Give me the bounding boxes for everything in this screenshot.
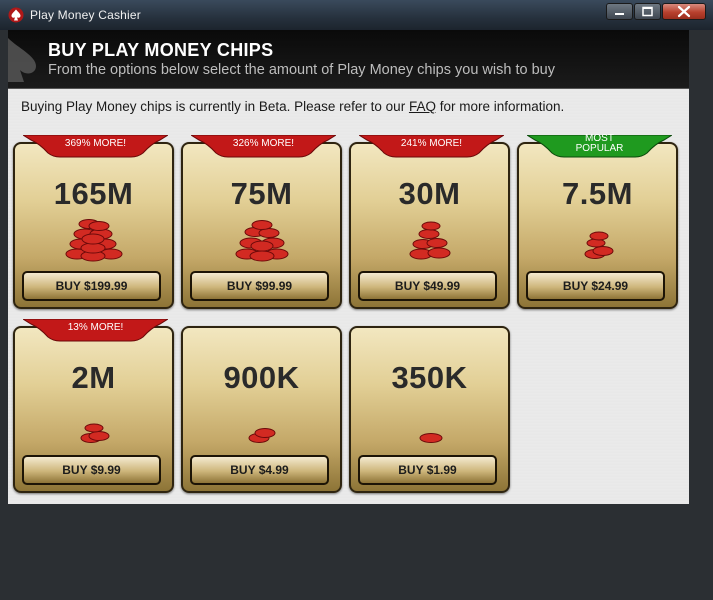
pokerstars-app-icon <box>8 7 24 23</box>
chip-package-card: 900K BUY $4.99 <box>181 326 342 493</box>
page-subtitle: From the options below select the amount… <box>48 62 555 78</box>
most-popular-label: MOST POPULAR <box>527 134 672 154</box>
chip-amount: 75M <box>230 176 293 211</box>
most-popular-ribbon: MOST POPULAR <box>527 134 672 162</box>
page-title: BUY PLAY MONEY CHIPS <box>48 40 274 60</box>
buy-button[interactable]: BUY $99.99 <box>190 271 329 301</box>
chip-amount: 7.5M <box>562 176 633 211</box>
buy-button[interactable]: BUY $199.99 <box>22 271 161 301</box>
faq-link[interactable]: FAQ <box>409 99 436 114</box>
maximize-button[interactable] <box>634 3 661 20</box>
cashier-header: BUY PLAY MONEY CHIPS From the options be… <box>8 30 689 89</box>
buy-button[interactable]: BUY $24.99 <box>526 271 665 301</box>
chip-amount: 900K <box>223 360 300 395</box>
chip-amount: 350K <box>391 360 468 395</box>
bonus-ribbon: 241% MORE! <box>359 135 504 162</box>
bonus-ribbon: 326% MORE! <box>191 135 336 162</box>
beta-notice-text: Buying Play Money chips is currently in … <box>21 99 409 114</box>
red-poker-chips-icon <box>419 433 443 443</box>
beta-notice: Buying Play Money chips is currently in … <box>21 99 564 114</box>
minimize-icon <box>615 13 624 15</box>
bonus-ribbon: 13% MORE! <box>23 319 168 346</box>
red-poker-chips-icon <box>248 428 276 443</box>
red-poker-chips-icon <box>65 219 123 262</box>
chip-package-card: 350K BUY $1.99 <box>349 326 510 493</box>
bonus-label: 326% MORE! <box>232 138 295 149</box>
red-poker-chips-icon <box>409 221 451 260</box>
beta-notice-tail: for more information. <box>435 99 565 114</box>
chip-package-card: 326% MORE! 75M BUY $99.99 <box>181 135 342 309</box>
cashier-panel: BUY PLAY MONEY CHIPS From the options be… <box>8 30 689 504</box>
title-bar[interactable]: Play Money Cashier <box>0 0 713 30</box>
buy-button[interactable]: BUY $1.99 <box>358 455 497 485</box>
chip-package-card: MOST POPULAR 7.5M BUY $24.99 <box>517 134 678 309</box>
bonus-label: 241% MORE! <box>400 138 463 149</box>
chip-amount: 2M <box>71 360 116 395</box>
spade-logo-icon <box>8 38 36 82</box>
minimize-button[interactable] <box>606 3 633 20</box>
window-title: Play Money Cashier <box>30 8 141 22</box>
most-popular-line2: POPULAR <box>575 143 624 154</box>
bonus-label: 369% MORE! <box>64 138 127 149</box>
bonus-ribbon: 369% MORE! <box>23 135 168 162</box>
buy-button[interactable]: BUY $9.99 <box>22 455 161 485</box>
bonus-label: 13% MORE! <box>67 322 124 333</box>
chip-package-card: 241% MORE! 30M BUY $49.99 <box>349 135 510 309</box>
chip-package-card: 13% MORE! 2M BUY $9.99 <box>13 319 174 493</box>
cashier-window: Play Money Cashier BUY PLAY MONEY CHIPS … <box>0 0 713 600</box>
maximize-icon <box>642 6 653 17</box>
chip-package-card: 369% MORE! 165M BUY $199.99 <box>13 135 174 309</box>
buy-button[interactable]: BUY $4.99 <box>190 455 329 485</box>
close-button[interactable] <box>662 3 706 20</box>
chip-amount: 165M <box>53 176 134 211</box>
red-poker-chips-icon <box>80 423 110 443</box>
red-poker-chips-icon <box>584 231 614 259</box>
red-poker-chips-icon <box>235 220 289 262</box>
chip-amount: 30M <box>398 176 461 211</box>
close-icon <box>677 5 691 18</box>
buy-button[interactable]: BUY $49.99 <box>358 271 497 301</box>
packages-area: Buying Play Money chips is currently in … <box>8 89 689 504</box>
